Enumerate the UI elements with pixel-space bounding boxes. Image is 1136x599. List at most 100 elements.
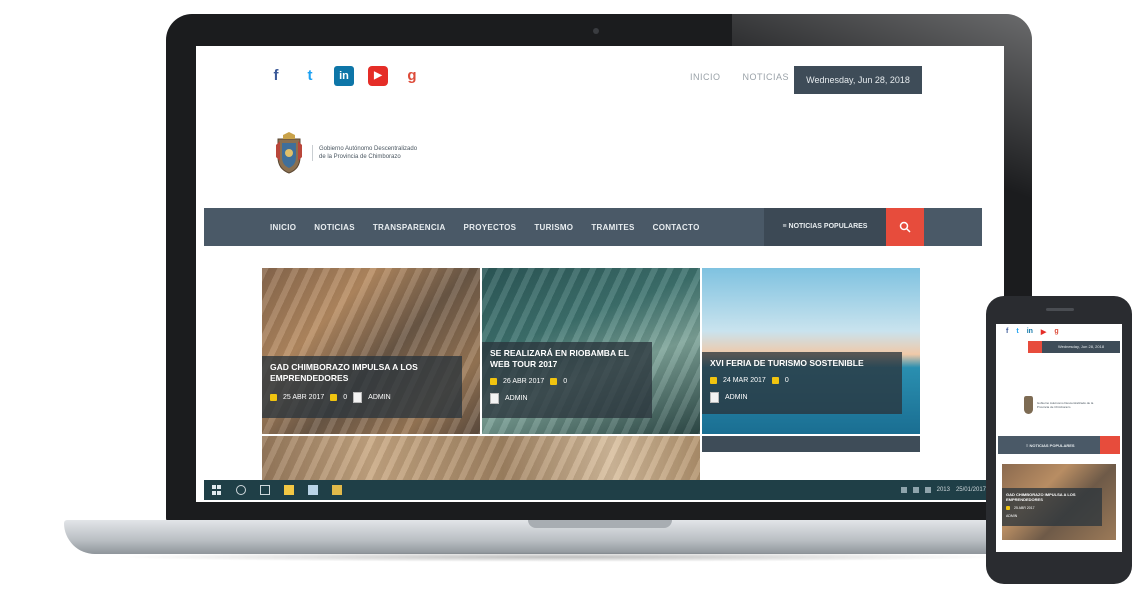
article-meta-author: ADMIN <box>710 392 894 403</box>
social-links: f t in ▶ g <box>266 66 422 86</box>
nav-item-proyectos[interactable]: PROYECTOS <box>464 223 517 232</box>
site-topbar: f t in ▶ g INICIO NOTICIAS Wednesday, Ju… <box>196 46 1004 112</box>
article-author[interactable]: ADMIN <box>505 395 528 402</box>
phone-speaker <box>1046 308 1074 311</box>
phone-logo-text: Gobierno Autónomo Descentralizado de la … <box>1036 401 1094 409</box>
system-tray: 2013 25/01/2017 <box>900 480 986 500</box>
author-icon <box>710 392 719 403</box>
task-view-icon[interactable] <box>260 485 270 495</box>
main-navbar: INICIO NOTICIAS TRANSPARENCIA PROYECTOS … <box>204 208 982 246</box>
network-icon[interactable] <box>900 487 907 493</box>
youtube-icon[interactable]: ▶ <box>368 66 388 86</box>
comment-icon <box>550 378 558 385</box>
nav-item-tramites[interactable]: TRAMITES <box>591 223 634 232</box>
featured-article-1[interactable]: GAD CHIMBORAZO IMPULSA A LOS EMPRENDEDOR… <box>262 268 480 434</box>
twitter-icon[interactable]: t <box>1016 328 1018 336</box>
phone-date-display: Wednesday, Jun 28, 2018 <box>1042 341 1120 353</box>
phone-article-meta: 25 ABR 2017 <box>1006 506 1098 510</box>
article-comments: 0 <box>343 394 348 401</box>
featured-article-3[interactable]: XVI FERIA DE TURISMO SOSTENIBLE 24 MAR 2… <box>702 268 920 434</box>
battery-icon[interactable] <box>924 487 931 493</box>
article-title[interactable]: SE REALIZARÁ EN RIOBAMBA EL WEB TOUR 201… <box>490 348 644 370</box>
nav-item-contacto[interactable]: CONTACTO <box>653 223 700 232</box>
article-meta: 25 ABR 2017 0 ADMIN <box>270 392 454 403</box>
article-author[interactable]: ADMIN <box>725 394 748 401</box>
popular-news-button[interactable]: ≡ NOTICIAS POPULARES <box>764 208 886 246</box>
article-date: 24 MAR 2017 <box>723 377 766 384</box>
windows-start-icon[interactable] <box>212 485 222 495</box>
article-title[interactable]: XVI FERIA DE TURISMO SOSTENIBLE <box>710 358 894 369</box>
calendar-icon <box>270 394 277 401</box>
article-caption: GAD CHIMBORAZO IMPULSA A LOS EMPRENDEDOR… <box>262 356 462 418</box>
phone-article-title[interactable]: GAD CHIMBORAZO IMPULSA A LOS EMPRENDEDOR… <box>1006 492 1098 502</box>
linkedin-icon[interactable]: in <box>1027 328 1033 336</box>
article-comments: 0 <box>784 377 789 384</box>
phone-screen: f t in ▶ g Wednesday, Jun 28, 2018 Gobie… <box>996 324 1122 552</box>
phone-popular-news-button[interactable]: ≡ NOTICIAS POPULARES <box>1026 443 1100 448</box>
article-date: 25 ABR 2017 <box>283 394 325 401</box>
google-plus-icon[interactable]: g <box>1054 328 1058 336</box>
nav-item-inicio[interactable]: INICIO <box>270 223 296 232</box>
top-link-noticias[interactable]: NOTICIAS <box>743 72 790 82</box>
facebook-icon[interactable]: f <box>1006 328 1008 336</box>
featured-article-2[interactable]: SE REALIZARÁ EN RIOBAMBA EL WEB TOUR 201… <box>482 268 700 434</box>
article-caption: SE REALIZARÁ EN RIOBAMBA EL WEB TOUR 201… <box>482 342 652 418</box>
article-comments: 0 <box>563 378 568 385</box>
phone-article-author[interactable]: ADMIN <box>1006 514 1017 518</box>
phone-site-logo[interactable]: Gobierno Autónomo Descentralizado de la … <box>1024 394 1104 416</box>
twitter-icon[interactable]: t <box>300 66 320 86</box>
folder-icon[interactable] <box>284 485 294 495</box>
calendar-icon <box>710 377 717 384</box>
phone-article-meta-author: ADMIN <box>1006 514 1098 518</box>
search-icon[interactable] <box>236 485 246 495</box>
photos-icon[interactable] <box>332 485 342 495</box>
search-icon <box>899 221 911 233</box>
phone-topbar: Wednesday, Jun 28, 2018 <box>998 340 1120 354</box>
webcam-icon <box>593 28 599 34</box>
device-mockup: f t in ▶ g INICIO NOTICIAS Wednesday, Ju… <box>0 0 1136 599</box>
document-icon[interactable] <box>308 485 318 495</box>
phone-featured-article[interactable]: GAD CHIMBORAZO IMPULSA A LOS EMPRENDEDOR… <box>1002 464 1116 540</box>
top-link-inicio[interactable]: INICIO <box>690 72 721 82</box>
crest-icon <box>1024 396 1033 414</box>
clock-time[interactable]: 2013 <box>937 487 950 493</box>
article-date: 26 ABR 2017 <box>503 378 545 385</box>
featured-article-4[interactable] <box>262 436 700 484</box>
google-plus-icon[interactable]: g <box>402 66 422 86</box>
search-button[interactable] <box>886 208 924 246</box>
article-meta-author: ADMIN <box>490 393 644 404</box>
nav-item-turismo[interactable]: TURISMO <box>534 223 573 232</box>
article-title[interactable]: GAD CHIMBORAZO IMPULSA A LOS EMPRENDEDOR… <box>270 362 454 384</box>
laptop-shadow <box>110 552 1010 562</box>
phone-navbar: ≡ NOTICIAS POPULARES <box>998 436 1120 454</box>
youtube-icon[interactable]: ▶ <box>1041 328 1046 336</box>
article-meta: 26 ABR 2017 0 <box>490 378 644 385</box>
date-display: Wednesday, Jun 28, 2018 <box>794 66 922 94</box>
article-author[interactable]: ADMIN <box>368 394 391 401</box>
volume-icon[interactable] <box>912 487 919 493</box>
logo-text: Gobierno Autónomo Descentralizado de la … <box>312 145 422 161</box>
calendar-icon <box>490 378 497 385</box>
article-caption: XVI FERIA DE TURISMO SOSTENIBLE 24 MAR 2… <box>702 352 902 414</box>
search-icon[interactable] <box>1100 436 1120 454</box>
author-icon <box>353 392 363 403</box>
phone-article-date: 25 ABR 2017 <box>1014 506 1035 510</box>
linkedin-icon[interactable]: in <box>334 66 354 86</box>
nav-item-transparencia[interactable]: TRANSPARENCIA <box>373 223 446 232</box>
menu-icon[interactable] <box>1028 341 1042 353</box>
laptop-notch <box>528 520 672 528</box>
calendar-icon <box>1006 506 1010 510</box>
facebook-icon[interactable]: f <box>266 66 286 86</box>
article-meta: 24 MAR 2017 0 <box>710 377 894 384</box>
author-icon <box>490 393 499 404</box>
clock-date[interactable]: 25/01/2017 <box>956 487 986 493</box>
phone-social-links: f t in ▶ g <box>1006 328 1059 336</box>
phone-article-caption: GAD CHIMBORAZO IMPULSA A LOS EMPRENDEDOR… <box>1002 488 1102 526</box>
os-taskbar: 2013 25/01/2017 <box>204 480 996 500</box>
site-logo[interactable]: Gobierno Autónomo Descentralizado de la … <box>274 126 474 180</box>
comment-icon <box>330 394 338 401</box>
sidebar-strip <box>702 436 920 452</box>
nav-items: INICIO NOTICIAS TRANSPARENCIA PROYECTOS … <box>270 208 700 246</box>
nav-item-noticias[interactable]: NOTICIAS <box>314 223 355 232</box>
comment-icon <box>771 377 779 384</box>
